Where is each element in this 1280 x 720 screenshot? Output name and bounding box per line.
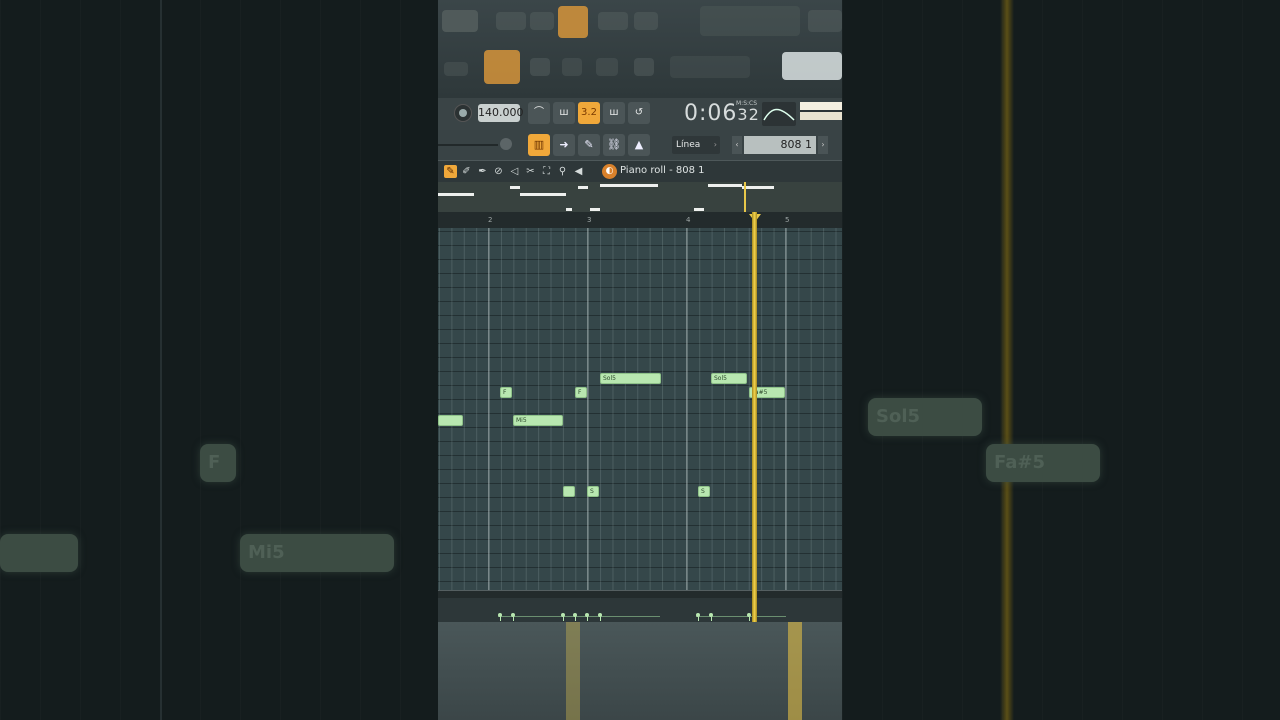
ghost-note: Fa#5 (986, 444, 1100, 482)
knob-icon[interactable] (500, 138, 512, 150)
piano-roll-icon[interactable]: ▥ (528, 134, 550, 156)
note[interactable]: Sol5 (711, 373, 747, 384)
delete-icon[interactable]: ⊘ (492, 165, 505, 178)
toolbar-row: ▥ ➜ ✎ ⛓ ▲ Línea › ‹ 808 1 › (438, 130, 842, 160)
playhead-blur (1000, 0, 1014, 720)
tools-menu-icon[interactable]: ✎ (444, 165, 457, 178)
playback-icon[interactable]: ◀ (572, 165, 585, 178)
loop-record-icon[interactable]: ↺ (628, 102, 650, 124)
note[interactable]: S (587, 486, 599, 497)
wait-icon[interactable]: ш (553, 102, 575, 124)
metronome-icon[interactable]: ⌒ (528, 102, 550, 124)
mute-icon[interactable]: ◁ (508, 165, 521, 178)
prev-channel-button[interactable]: ‹ (732, 136, 742, 154)
grid-line (160, 0, 162, 720)
blurred-toolbar (438, 0, 842, 98)
channel-selector[interactable]: 808 1 (744, 136, 816, 154)
piano-roll-header: ✎ ✐ ✒ ⊘ ◁ ✂ ⛶ ⚲ ◀ ◐ Piano roll - 808 1 (438, 160, 842, 183)
countdown-button[interactable]: 3.2 (578, 102, 600, 124)
note[interactable]: Sol5 (600, 373, 661, 384)
blurred-footer (438, 622, 842, 720)
ghost-note: Mi5 (240, 534, 394, 572)
note[interactable]: F (500, 387, 512, 398)
fl-studio-panel: 140.000 ⌒ ш 3.2 ш ↺ 0:0632 M:S:CS ▥ ➜ ✎ … (438, 0, 842, 720)
waveform-icon[interactable] (762, 102, 796, 126)
ghost-note: Sol5 (868, 398, 982, 436)
arrow-icon[interactable]: ➜ (553, 134, 575, 156)
master-slider[interactable] (438, 144, 498, 146)
snap-select[interactable]: Línea › (672, 136, 720, 154)
piano-roll-title: Piano roll - 808 1 (620, 165, 705, 176)
stamp-icon[interactable]: ▲ (628, 134, 650, 156)
slice-icon[interactable]: ✂ (524, 165, 537, 178)
step-edit-icon[interactable]: ш (603, 102, 625, 124)
pencil-icon[interactable]: ✎ (578, 134, 600, 156)
time-unit-label: M:S:CS (736, 100, 758, 107)
channel-icon[interactable]: ◐ (602, 164, 617, 179)
select-icon[interactable]: ⛶ (540, 165, 553, 178)
note[interactable] (563, 486, 575, 497)
output-meter (800, 102, 842, 120)
transport-bar: 140.000 ⌒ ш 3.2 ш ↺ 0:0632 M:S:CS (438, 98, 842, 131)
brush-icon[interactable]: ✒ (476, 165, 489, 178)
note[interactable]: S (698, 486, 710, 497)
tempo-display[interactable]: 140.000 (478, 104, 524, 122)
playhead[interactable] (752, 212, 757, 622)
velocity-lane[interactable] (438, 598, 842, 622)
link-icon[interactable]: ⛓ (603, 134, 625, 156)
paint-icon[interactable]: ✐ (460, 165, 473, 178)
note[interactable]: F (575, 387, 587, 398)
record-button[interactable] (454, 104, 472, 122)
pattern-overview[interactable] (438, 182, 842, 212)
blurred-background-right: Sol5 Fa#5 (842, 0, 1280, 720)
ghost-note (0, 534, 78, 572)
timeline-ruler[interactable]: 2 3 4 5 (438, 212, 842, 229)
zoom-icon[interactable]: ⚲ (556, 165, 569, 178)
note-grid[interactable]: Sol5 Sol5 Fa#5 F F Mi5 S S (438, 228, 842, 590)
ghost-note: F (200, 444, 236, 482)
note[interactable] (438, 415, 463, 426)
next-channel-button[interactable]: › (818, 136, 828, 154)
note[interactable]: Mi5 (513, 415, 563, 426)
blurred-background-left: F Mi5 (0, 0, 438, 720)
